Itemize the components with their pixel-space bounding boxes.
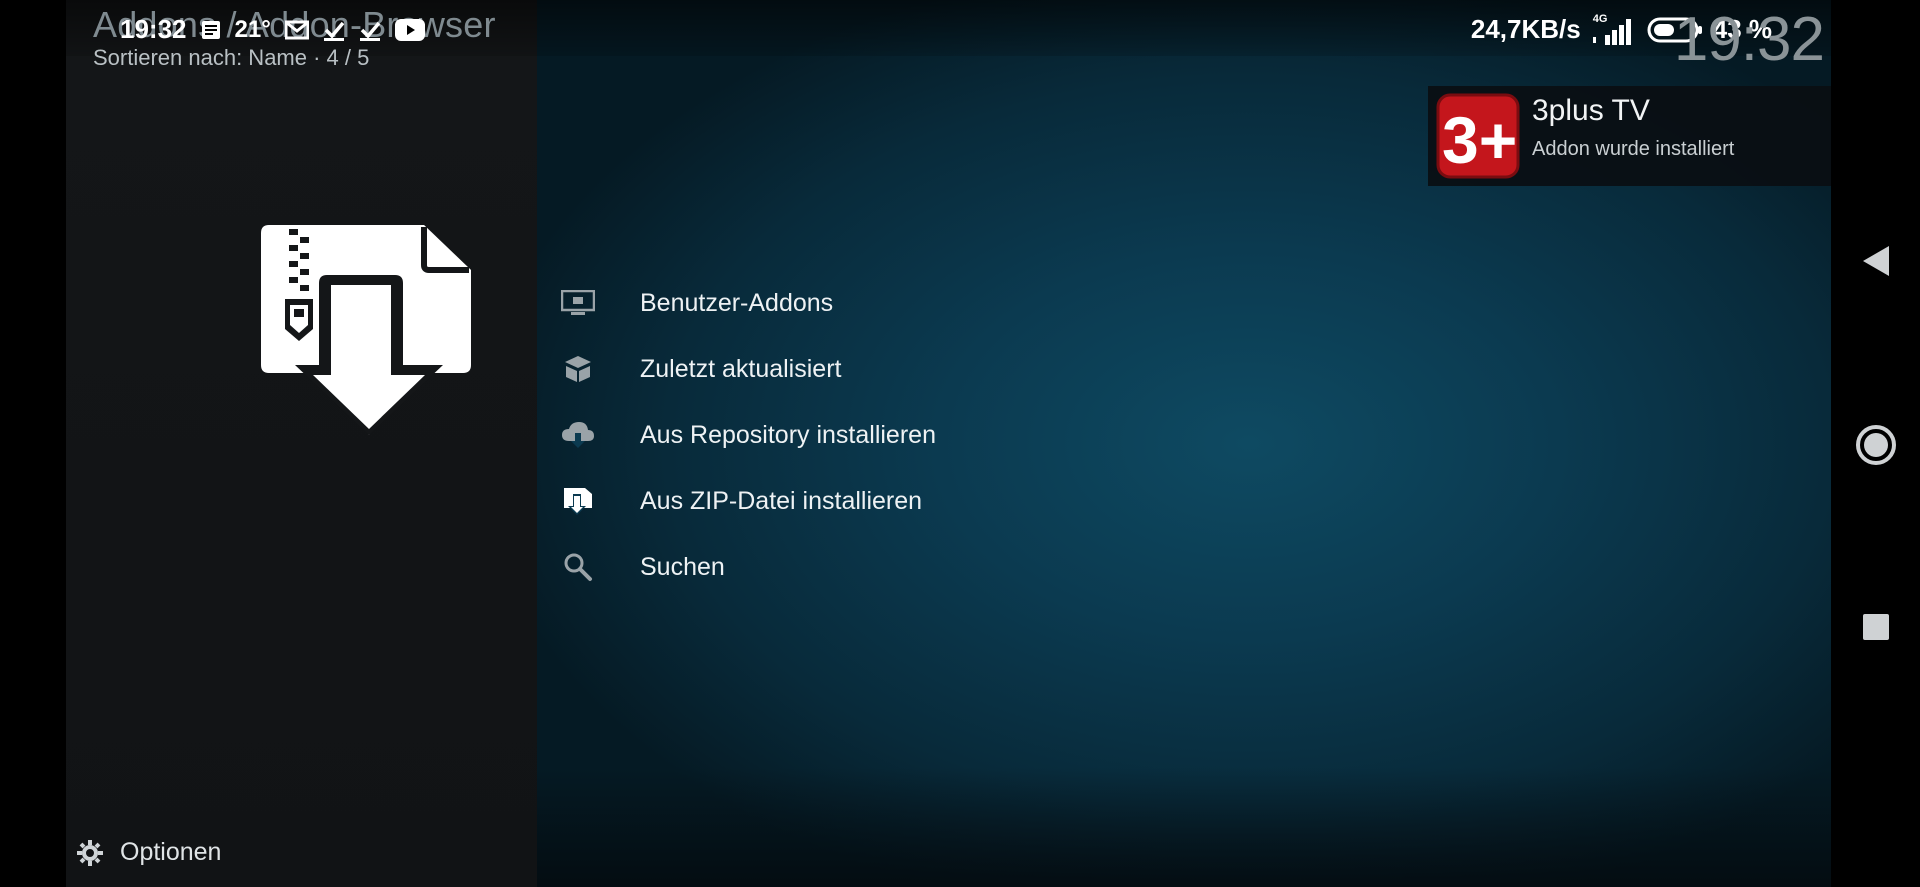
gear-icon [77,839,103,866]
notes-icon [201,20,220,39]
3plus-logo-icon: 3+ [1436,93,1520,179]
status-net-speed: 24,7KB/s [1470,14,1581,44]
cloud-download-icon [558,419,598,451]
status-time: 19:32 [120,14,187,44]
nav-recents-button[interactable] [1831,612,1920,642]
menu-item-install-from-repository[interactable]: Aus Repository installieren [558,402,936,468]
menu-item-label: Zuletzt aktualisiert [640,354,842,383]
menu-item-user-addons[interactable]: Benutzer-Addons [558,270,936,336]
recents-square-icon [1862,614,1889,640]
task-check-icon-2 [359,21,381,41]
menu-item-recently-updated[interactable]: Zuletzt aktualisiert [558,336,936,402]
notification-message: Addon wurde installiert [1532,138,1735,160]
kodi-clock: 19:32 [1673,5,1825,74]
status-bar-left: 19:32 21° [120,14,425,45]
nav-back-button[interactable] [1831,244,1920,278]
nav-home-button[interactable] [1831,424,1920,466]
menu-item-label: Suchen [640,552,725,581]
signal-icon [1592,18,1631,45]
left-panel [66,0,537,887]
back-triangle-icon [1862,246,1889,276]
status-temperature: 21° [234,15,271,43]
monitor-addon-icon [558,287,598,319]
menu-item-label: Benutzer-Addons [640,288,834,317]
options-label: Optionen [120,838,222,866]
addon-menu: Benutzer-Addons Zuletzt aktualisiert Aus… [558,270,936,600]
svg-text:3+: 3+ [1442,103,1517,177]
android-nav-bar [1831,0,1920,887]
youtube-icon [394,18,425,41]
mail-icon [284,20,309,39]
zip-install-icon [558,485,598,517]
network-type: 4G [1591,13,1637,45]
home-circle-icon [1855,425,1896,465]
search-icon [558,551,598,583]
notification-title: 3plus TV [1532,94,1650,127]
zip-install-large-icon [261,225,471,435]
menu-item-label: Aus Repository installieren [640,420,936,449]
task-check-icon [323,21,345,41]
menu-item-label: Aus ZIP-Datei installieren [640,486,923,515]
menu-item-search[interactable]: Suchen [558,534,936,600]
open-box-icon [558,353,598,385]
sort-info[interactable]: Sortieren nach: Name · 4 / 5 [93,45,369,71]
options-button[interactable]: Optionen [76,838,221,867]
menu-item-install-from-zip[interactable]: Aus ZIP-Datei installieren [558,468,936,534]
